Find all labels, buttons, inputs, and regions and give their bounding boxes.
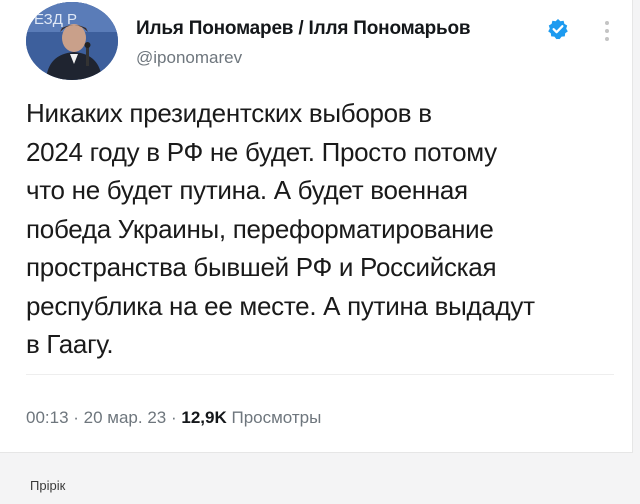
tweet-date[interactable]: 20 мар. 23 — [84, 408, 167, 427]
tweet-time[interactable]: 00:13 — [26, 408, 69, 427]
user-handle[interactable]: @iponomarev — [136, 48, 242, 68]
footer-label: Прірік — [30, 478, 66, 493]
more-options-icon[interactable] — [604, 20, 610, 42]
meta-separator: · — [68, 408, 84, 427]
verified-badge-icon — [547, 18, 569, 40]
avatar[interactable]: ЕЗД Р — [26, 2, 118, 80]
tweet-text: Никаких президентских выборов в 2024 год… — [26, 98, 535, 359]
divider — [26, 374, 614, 375]
tweet-meta: 00:13 · 20 мар. 23 · 12,9K Просмотры — [26, 408, 321, 428]
views-label: Просмотры — [231, 408, 322, 427]
views-count: 12,9K — [181, 408, 227, 427]
tweet-card: ЕЗД Р Илья Пономарев / Ілля Пономарьов @… — [0, 0, 633, 453]
meta-separator: · — [166, 408, 182, 427]
display-name[interactable]: Илья Пономарев / Ілля Пономарьов — [136, 18, 471, 40]
